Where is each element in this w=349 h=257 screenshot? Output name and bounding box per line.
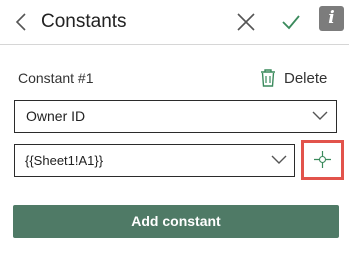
delete-button[interactable]: Delete	[259, 66, 327, 90]
panel-title: Constants	[41, 11, 127, 32]
checkmark-icon	[282, 15, 300, 30]
value-select-value: {{Sheet1!A1}}	[25, 153, 104, 168]
close-icon	[237, 13, 255, 31]
field-select[interactable]: Owner ID	[14, 100, 337, 133]
panel-header: Constants i	[0, 0, 349, 45]
cell-picker-button[interactable]	[301, 140, 344, 180]
chevron-down-icon	[312, 111, 328, 120]
chevron-down-icon	[271, 155, 287, 164]
add-constant-button[interactable]: Add constant	[13, 205, 339, 238]
field-select-value: Owner ID	[26, 108, 86, 124]
back-button[interactable]	[14, 12, 30, 32]
delete-label: Delete	[284, 69, 328, 87]
crosshair-icon	[314, 151, 331, 168]
value-select[interactable]: {{Sheet1!A1}}	[14, 144, 295, 177]
confirm-button[interactable]	[281, 12, 301, 32]
trash-icon	[261, 69, 275, 87]
constant-label: Constant #1	[18, 70, 94, 86]
chevron-left-icon	[15, 13, 26, 31]
info-button[interactable]: i	[319, 6, 344, 31]
close-button[interactable]	[236, 12, 256, 32]
